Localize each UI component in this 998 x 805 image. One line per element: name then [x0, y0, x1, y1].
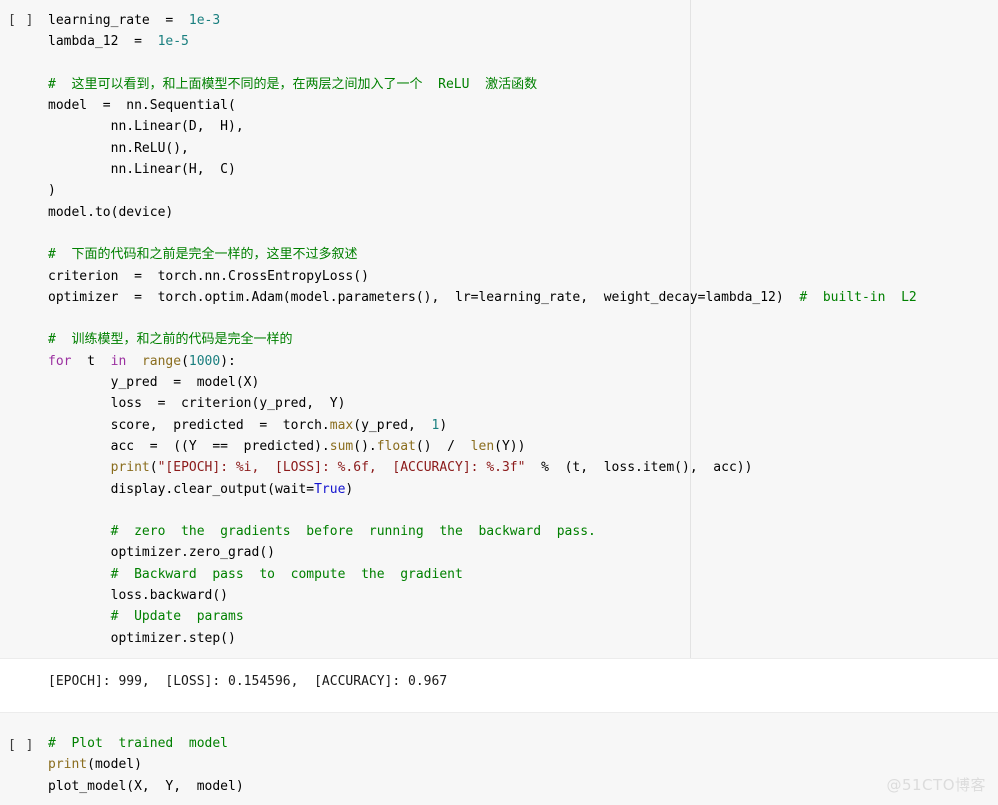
code-token: 1e-3	[188, 13, 221, 28]
code-token: (	[149, 460, 158, 476]
code-token: ().	[353, 438, 377, 454]
code-token: # 这里可以看到，和上面模型不同的是，在两层之间加入了一个 ReLU 激活函数	[48, 76, 538, 92]
code-token: )	[48, 183, 56, 199]
code-token: # zero the gradients before running the …	[48, 524, 596, 540]
code-token: optimizer = torch.optim.Adam(model.param…	[48, 289, 800, 305]
code-token: nn.Linear(H, C)	[48, 162, 236, 178]
code-token: in	[110, 353, 127, 369]
execution-prompt-cell-1[interactable]: [ ]	[8, 10, 34, 31]
code-token: 1000	[188, 353, 221, 369]
code-token: model.to(device)	[48, 204, 174, 220]
code-token: # Update params	[48, 609, 244, 625]
code-token: score, predicted = torch.	[48, 417, 330, 433]
code-token: () /	[415, 438, 471, 454]
code-cell-1[interactable]: [ ] learning_rate = 1e-3 lambda_12 = 1e-…	[0, 0, 998, 658]
code-token: range	[141, 353, 182, 369]
code-token: model = nn.Sequential(	[48, 98, 236, 114]
code-editor-cell-1[interactable]: learning_rate = 1e-3 lambda_12 = 1e-5 # …	[0, 8, 998, 649]
code-token: # 训练模型，和之前的代码是完全一样的	[48, 332, 293, 348]
cell-1-output-area: [EPOCH]: 999, [LOSS]: 0.154596, [ACCURAC…	[0, 658, 998, 712]
notebook-container: [ ] learning_rate = 1e-3 lambda_12 = 1e-…	[0, 0, 998, 805]
code-editor-cell-2[interactable]: # Plot trained model print(model) plot_m…	[0, 733, 998, 797]
code-token: optimizer.step()	[48, 630, 236, 646]
code-token: "[EPOCH]: %i, [LOSS]: %.6f, [ACCURACY]: …	[157, 460, 526, 476]
code-token: (y_pred,	[353, 417, 432, 433]
code-token: nn.Linear(D, H),	[48, 119, 244, 135]
code-token: optimizer.zero_grad()	[48, 545, 275, 561]
code-token: plot_model(X, Y, model)	[48, 778, 244, 794]
code-token: 1e-5	[157, 34, 189, 50]
code-token: max	[329, 417, 354, 433]
code-token: )	[439, 417, 448, 433]
code-token: (	[181, 353, 189, 369]
code-token: lambda_12 =	[48, 34, 158, 50]
code-token: % (t, loss.item(), acc))	[525, 460, 753, 476]
code-token: # 下面的代码和之前是完全一样的，这里不过多叙述	[48, 247, 358, 263]
code-token: # built-in L2	[799, 289, 917, 305]
site-watermark: @51CTO博客	[886, 776, 986, 794]
output-text-epoch-result: [EPOCH]: 999, [LOSS]: 0.154596, [ACCURAC…	[48, 674, 448, 689]
code-cell-2[interactable]: [ ] # Plot trained model print(model) pl…	[0, 712, 998, 805]
code-token: float	[376, 438, 416, 454]
code-token: print	[48, 757, 88, 773]
code-token: acc = ((Y == predicted).	[48, 438, 330, 454]
code-token: # Plot trained model	[48, 736, 229, 751]
code-token: loss.backward()	[48, 588, 229, 604]
code-token: (model)	[87, 757, 142, 773]
code-token: for	[48, 353, 72, 369]
code-token: print	[110, 460, 150, 476]
code-token: len	[470, 438, 495, 454]
code-token: (Y))	[494, 438, 526, 454]
code-token: # Backward pass to compute the gradient	[48, 566, 463, 582]
code-token: y_pred = model(X)	[48, 375, 260, 391]
code-token: True	[314, 481, 346, 497]
code-token: display.clear_output(wait=	[48, 481, 315, 497]
code-token: sum	[329, 438, 354, 454]
code-token: t	[71, 353, 111, 369]
code-token: learning_rate =	[48, 13, 189, 28]
code-token: )	[345, 481, 354, 497]
code-token: nn.ReLU(),	[48, 140, 189, 156]
execution-prompt-cell-2[interactable]: [ ]	[8, 735, 34, 756]
code-token: loss = criterion(y_pred, Y)	[48, 396, 346, 412]
code-token: ):	[220, 353, 236, 369]
code-token: criterion = torch.nn.CrossEntropyLoss()	[48, 268, 369, 284]
